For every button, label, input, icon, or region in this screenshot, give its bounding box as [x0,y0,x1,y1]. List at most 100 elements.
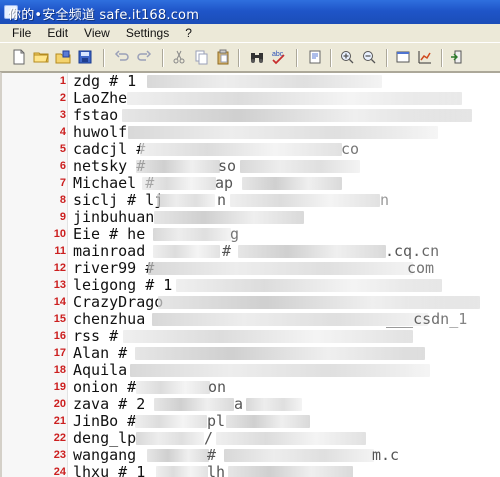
line-text: Eie # he [73,225,146,243]
menu-file[interactable]: File [0,24,39,42]
print-preview-button[interactable] [304,47,326,67]
line-fragment: n [380,191,390,209]
editor-line: 13 leigong # 1 [2,277,500,294]
editor-line: 21 JinBo # pl [2,413,500,430]
line-fragment: g [230,225,240,243]
pixelated-text-region [228,466,353,477]
zoom-out-icon [363,51,376,64]
pixelated-text-region [128,126,438,139]
editor-line: 7 Michael # ap [2,175,500,192]
line-fragment: a [234,395,244,413]
editor-line: 1 zdg # 1 [2,73,500,90]
menu-edit[interactable]: Edit [39,24,76,42]
line-number: 18 [53,364,66,376]
line-text: jinbuhuan [73,208,155,226]
toolbar-separator [238,49,239,67]
pixelated-text-region [147,75,382,88]
pixelated-text-region [135,415,207,428]
cut-button[interactable] [168,47,190,67]
pixelated-text-region [246,398,302,411]
line-number: 11 [54,245,66,257]
line-number: 9 [59,211,66,223]
pixelated-text-region [123,330,413,343]
find-button[interactable] [246,47,268,67]
document-icon [309,50,321,64]
view-button[interactable] [392,47,414,67]
redo-button[interactable] [133,47,155,67]
pixelated-text-region [226,415,310,428]
new-file-icon [13,49,25,65]
line-fragment: .cq.cn [385,242,440,260]
line-number: 16 [53,330,66,342]
line-text: siclj # lj [73,191,164,209]
open-file-button[interactable] [30,47,52,67]
toolbar-separator [330,49,331,67]
line-fragment: co [341,140,360,158]
text-editor[interactable]: 1 zdg # 1 2 LaoZhe 3 fstao 4 huwolf 5 ca… [0,72,500,477]
editor-line: 19 onion # on [2,379,500,396]
chart-icon [418,51,431,64]
pixelated-text-region [130,364,430,377]
pixelated-text-region [136,160,220,173]
line-text: wangang [73,446,137,464]
line-fragment: pl [207,412,226,430]
line-number: 21 [53,415,66,427]
line-number: 15 [53,313,66,325]
paste-button[interactable] [212,47,234,67]
line-number: 1 [59,75,66,87]
line-text: JinBo # [73,412,137,430]
editor-line: 18 Aquila [2,362,500,379]
pixelated-text-region [127,92,462,105]
editor-line: 8 siclj # lj n n [2,192,500,209]
chart-button[interactable] [414,47,436,67]
save-button[interactable] [74,47,96,67]
line-number: 14 [53,296,66,308]
pixelated-text-region [240,160,360,173]
pixelated-text-region [158,296,480,309]
copy-button[interactable] [190,47,212,67]
line-number: 4 [59,126,66,138]
line-fragment: n [217,191,227,209]
line-number: 20 [53,398,66,410]
line-fragment: m.c [372,446,400,464]
editor-line: 3 fstao [2,107,500,124]
editor-line: 5 cadcjl # co [2,141,500,158]
pixelated-text-region [156,466,208,477]
scissors-icon [173,50,185,64]
line-text: CrazyDrago [73,293,164,311]
binoculars-icon [251,53,263,63]
undo-button[interactable] [111,47,133,67]
zoom-in-button[interactable] [336,47,358,67]
pixelated-text-region [242,177,342,190]
line-number: 22 [53,432,66,444]
save-as-button[interactable] [52,47,74,67]
zoom-out-button[interactable] [358,47,380,67]
editor-line: 9 jinbuhuan [2,209,500,226]
new-file-button[interactable] [8,47,30,67]
menu-settings[interactable]: Settings [118,24,177,42]
toolbar-separator [103,49,104,67]
line-text: LaoZhe [73,89,128,107]
pixelated-text-region [140,143,342,156]
line-number: 2 [59,92,66,104]
open-folder-icon [33,52,49,63]
editor-line: 14 CrazyDrago [2,294,500,311]
paste-icon [217,49,229,65]
pixelated-text-region [176,279,442,292]
menu-help[interactable]: ? [177,24,200,42]
line-number: 13 [53,279,66,291]
toolbar: abc [0,42,500,72]
line-text: zdg # 1 [73,72,137,90]
line-text: chenzhua [73,310,146,328]
spellcheck-button[interactable]: abc [268,47,290,67]
exit-button[interactable] [446,47,468,67]
spellcheck-icon: abc [272,51,285,65]
pixelated-text-region [136,432,204,445]
editor-line: 12 river99 # com [2,260,500,277]
menu-view[interactable]: View [76,24,118,42]
editor-line: 16 rss # [2,328,500,345]
line-text: leigong # 1 [73,276,173,294]
line-number: 3 [59,109,66,121]
toolbar-separator [296,49,297,67]
line-text: lhxu # 1 [73,463,146,477]
